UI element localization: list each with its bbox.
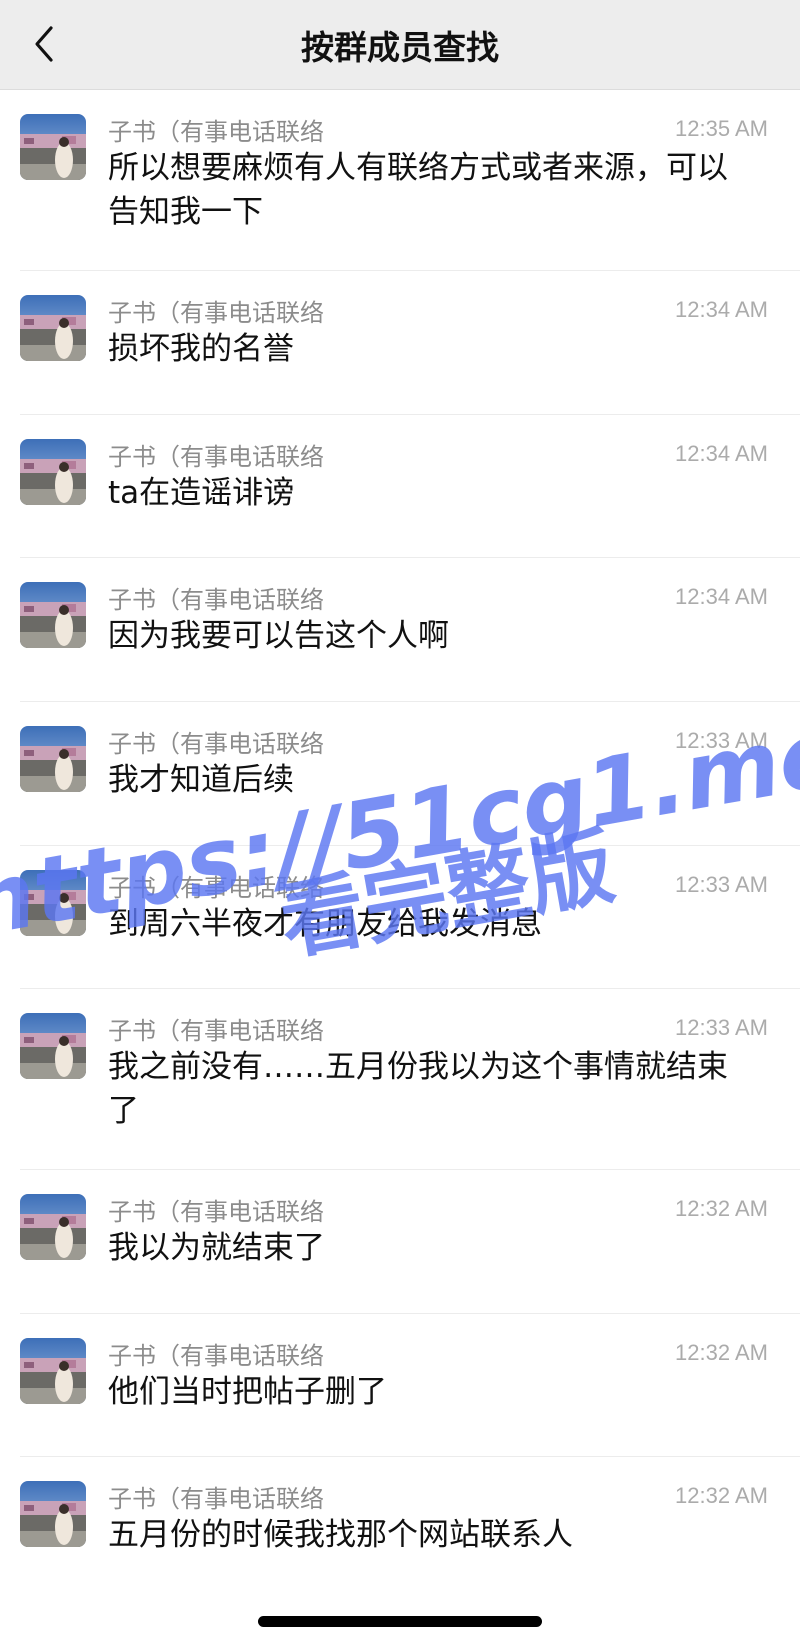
message-text: ta在造谣诽谤 [108,475,295,511]
message-item[interactable]: 子书（有事电话联络 12:33 AM 我之前没有……五月份我以为这个事情就结束了 [0,989,800,1170]
sender-name: 子书（有事电话联络 [108,1017,324,1045]
message-time: 12:32 AM [675,1483,768,1508]
message-item[interactable]: 子书（有事电话联络 12:32 AM 五月份的时候我找那个网站联系人 [0,1457,800,1636]
message-time: 12:34 AM [675,441,768,466]
message-text: 损坏我的名誉 [108,331,294,367]
home-indicator [258,1616,542,1627]
message-item[interactable]: 子书（有事电话联络 12:32 AM 他们当时把帖子删了 [0,1314,800,1457]
sender-name: 子书（有事电话联络 [108,443,324,471]
avatar[interactable] [20,439,86,505]
avatar[interactable] [20,1338,86,1404]
avatar-image [20,114,86,180]
sender-name: 子书（有事电话联络 [108,730,324,758]
message-text: 五月份的时候我找那个网站联系人 [108,1517,573,1553]
message-item[interactable]: 子书（有事电话联络 12:35 AM 所以想要麻烦有人有联络方式或者来源，可以告知我… [0,90,800,271]
back-button[interactable] [22,22,66,66]
message-text: 我才知道后续 [108,762,294,798]
top-navigation-bar: 按群成员查找 [0,0,800,90]
sender-name: 子书（有事电话联络 [108,874,324,902]
avatar-image [20,870,86,936]
message-item[interactable]: 子书（有事电话联络 12:33 AM 我才知道后续 [0,702,800,846]
avatar[interactable] [20,114,86,180]
message-text: 我以为就结束了 [108,1230,325,1266]
sender-name: 子书（有事电话联络 [108,118,324,146]
avatar[interactable] [20,870,86,936]
chat-search-page: 按群成员查找 子书（有事电话联络 12:35 AM 所以想要麻烦有人有联络方式或者来… [0,0,800,1636]
avatar-image [20,1481,86,1547]
avatar-image [20,726,86,792]
message-time: 12:34 AM [675,584,768,609]
avatar[interactable] [20,1481,86,1547]
message-text: 我之前没有……五月份我以为这个事情就结束了 [108,1049,728,1129]
avatar[interactable] [20,295,86,361]
sender-name: 子书（有事电话联络 [108,1342,324,1370]
avatar-image [20,582,86,648]
avatar-image [20,1338,86,1404]
message-item[interactable]: 子书（有事电话联络 12:32 AM 我以为就结束了 [0,1170,800,1314]
avatar[interactable] [20,726,86,792]
avatar[interactable] [20,582,86,648]
message-item[interactable]: 子书（有事电话联络 12:33 AM 到周六半夜才有朋友给我发消息 [0,846,800,989]
avatar[interactable] [20,1194,86,1260]
avatar[interactable] [20,1013,86,1079]
sender-name: 子书（有事电话联络 [108,299,324,327]
avatar-image [20,295,86,361]
message-time: 12:33 AM [675,872,768,897]
avatar-image [20,1013,86,1079]
message-item[interactable]: 子书（有事电话联络 12:34 AM 因为我要可以告这个人啊 [0,558,800,702]
sender-name: 子书（有事电话联络 [108,586,324,614]
message-item[interactable]: 子书（有事电话联络 12:34 AM ta在造谣诽谤 [0,415,800,558]
avatar-image [20,1194,86,1260]
message-time: 12:32 AM [675,1340,768,1365]
message-time: 12:33 AM [675,728,768,753]
sender-name: 子书（有事电话联络 [108,1485,324,1513]
message-time: 12:32 AM [675,1196,768,1221]
message-item[interactable]: 子书（有事电话联络 12:34 AM 损坏我的名誉 [0,271,800,415]
message-text: 因为我要可以告这个人啊 [108,618,449,654]
message-text: 到周六半夜才有朋友给我发消息 [108,906,542,942]
sender-name: 子书（有事电话联络 [108,1198,324,1226]
avatar-image [20,439,86,505]
page-title: 按群成员查找 [301,28,499,67]
message-text: 所以想要麻烦有人有联络方式或者来源，可以告知我一下 [108,150,728,230]
chevron-left-icon [35,26,53,62]
message-time: 12:35 AM [675,116,768,141]
message-text: 他们当时把帖子删了 [108,1374,387,1410]
message-time: 12:34 AM [675,297,768,322]
message-time: 12:33 AM [675,1015,768,1040]
